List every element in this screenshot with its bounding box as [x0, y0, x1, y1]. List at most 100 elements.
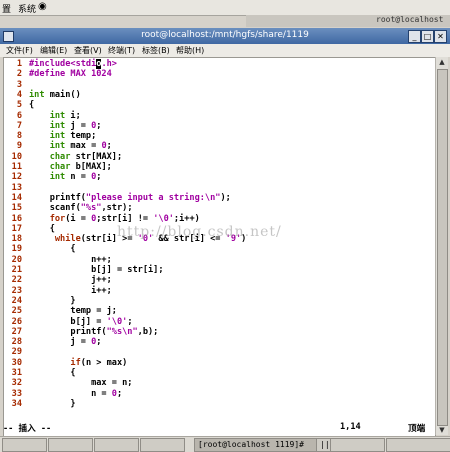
code-line: 18 while(str[i] >= '0' && str[i] <= '9')	[4, 234, 247, 245]
code-line: 3	[4, 80, 29, 90]
code-token: )	[241, 234, 247, 245]
code-token: ;i++)	[173, 213, 200, 224]
taskbar-item[interactable]	[386, 438, 450, 452]
line-number: 18	[11, 234, 22, 245]
code-line: 26 b[j] = '\0';	[4, 317, 133, 327]
line-number: 3	[16, 79, 22, 90]
background-window[interactable]: root@localhost	[246, 15, 450, 27]
code-line: 11 char b[MAX];	[4, 162, 112, 172]
terminal-view[interactable]: 1 #include<stdio.h> 2 #define MAX 1024 3 4 int…	[3, 57, 436, 437]
code-token: ,str);	[101, 203, 133, 214]
code-line: 8 int temp;	[4, 131, 96, 141]
scroll-up-icon[interactable]: ▲	[437, 57, 447, 67]
code-token: (i =	[65, 213, 92, 224]
line-number: 21	[11, 265, 22, 275]
code-token: && str[i] <=	[153, 234, 226, 245]
code-token: int	[49, 141, 66, 152]
line-number: 1	[16, 59, 22, 69]
maximize-button[interactable]: □	[421, 30, 434, 43]
code-token: while	[54, 234, 81, 245]
code-token: int	[49, 172, 66, 183]
menu-terminal[interactable]: 终端(T)	[108, 45, 135, 56]
code-token: char	[49, 151, 71, 162]
menu-help[interactable]: 帮助(H)	[176, 45, 204, 56]
taskbar-item[interactable]	[94, 438, 139, 452]
code-token: b[j] =	[29, 316, 107, 327]
code-token: int	[49, 110, 66, 121]
menu-edit[interactable]: 编辑(E)	[40, 45, 67, 56]
code-line: 15 scanf("%s",str);	[4, 203, 133, 213]
code-token: i;	[65, 110, 81, 121]
taskbar-item[interactable]	[48, 438, 93, 452]
code-token: str[MAX];	[70, 151, 123, 162]
code-token: i++;	[29, 285, 112, 296]
line-number: 25	[11, 306, 22, 317]
code-line: 24 }	[4, 296, 76, 306]
taskbar: [root@localhost 1119]# ||	[0, 436, 450, 452]
code-token: ;	[96, 172, 102, 183]
line-number: 2	[16, 69, 22, 80]
background-window-title: root@localhost	[376, 15, 444, 24]
code-line: 6 int i;	[4, 111, 81, 121]
line-number: 11	[11, 162, 22, 172]
code-token: {	[29, 244, 76, 255]
cursor-position: 1,14	[340, 422, 361, 432]
code-token: {	[29, 223, 55, 234]
code-token: temp;	[65, 131, 97, 142]
code-line: 23 i++;	[4, 286, 112, 296]
menu-file[interactable]: 文件(F)	[6, 45, 33, 56]
code-token: );	[220, 192, 231, 203]
code-token: ;	[96, 120, 102, 131]
vim-statusline: -- 插入 -- 1,14 顶端	[3, 422, 434, 434]
code-line: 9 int max = 0;	[4, 141, 112, 151]
code-token: {	[29, 100, 35, 111]
line-number: 4	[16, 89, 22, 100]
line-number: 31	[11, 368, 22, 378]
scroll-down-icon[interactable]: ▼	[437, 425, 447, 435]
code-token: printf(	[29, 192, 86, 203]
code-line: 2 #define MAX 1024	[4, 69, 112, 79]
applications-menu[interactable]: 置	[2, 2, 11, 15]
line-number: 15	[11, 203, 22, 214]
network-icon[interactable]: ◉	[38, 1, 47, 12]
menu-bar: 文件(F) 编辑(E) 查看(V) 终端(T) 标签(B) 帮助(H)	[0, 44, 450, 57]
code-token: int	[49, 131, 66, 142]
code-token: main()	[44, 89, 81, 100]
line-number: 19	[11, 244, 22, 255]
code-token: b[MAX];	[70, 162, 112, 172]
taskbar-item[interactable]	[2, 438, 47, 452]
code-token: }	[29, 398, 76, 409]
taskbar-cursor-mark: ||	[316, 438, 331, 452]
taskbar-item-terminal[interactable]: [root@localhost 1119]#	[194, 438, 319, 452]
menu-tabs[interactable]: 标签(B)	[142, 45, 170, 56]
menu-view[interactable]: 查看(V)	[74, 45, 102, 56]
code-token: temp = j;	[29, 306, 117, 317]
code-token: int	[29, 89, 45, 100]
code-token: for	[49, 213, 66, 224]
scrollbar-thumb[interactable]	[437, 69, 448, 426]
line-number: 9	[16, 141, 22, 152]
system-menu[interactable]: 系统	[18, 2, 36, 15]
taskbar-item[interactable]	[140, 438, 185, 452]
top-panel: 置 系统 ◉	[0, 0, 450, 16]
window-titlebar[interactable]: root@localhost:/mnt/hgfs/share/1119 _ □ …	[0, 28, 450, 44]
terminal-scrollbar[interactable]: ▲ ▼	[435, 57, 448, 435]
code-line: 13	[4, 183, 29, 193]
code-line: 25 temp = j;	[4, 306, 117, 316]
code-line: 27 printf("%s\n",b);	[4, 326, 159, 337]
line-number: 26	[11, 316, 22, 327]
line-number: 23	[11, 285, 22, 296]
code-line: 14 printf("please input a string:\n");	[4, 193, 231, 203]
close-button[interactable]: ✕	[434, 30, 447, 43]
line-number: 33	[11, 388, 22, 399]
minimize-button[interactable]: _	[408, 30, 421, 43]
taskbar-item[interactable]	[330, 438, 385, 452]
code-line: 22 j++;	[4, 275, 112, 285]
code-token: ,b);	[137, 326, 159, 337]
code-token: ;	[96, 337, 102, 348]
line-number: 12	[11, 172, 22, 183]
